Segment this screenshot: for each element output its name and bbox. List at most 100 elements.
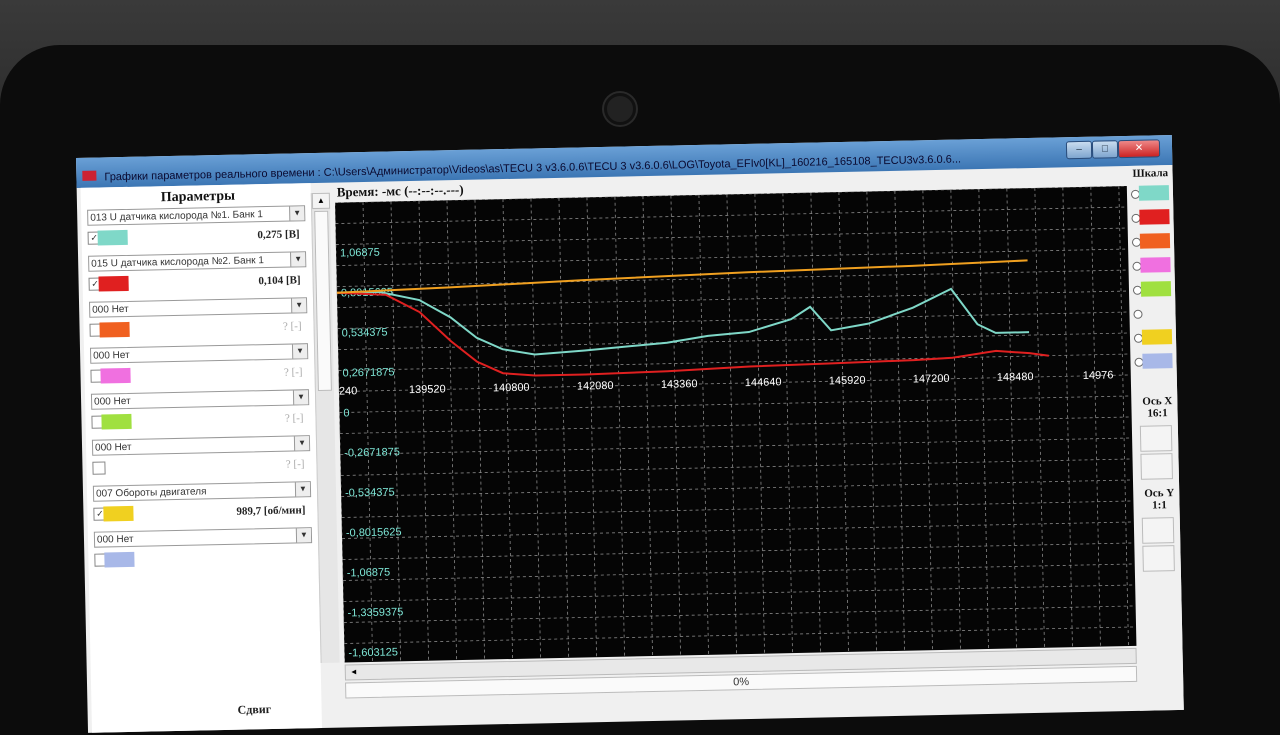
param-select-label: 013 U датчика кислорода №1. Банк 1 — [90, 209, 264, 224]
y-tick-label: -1,3359375 — [347, 606, 403, 619]
param-color-swatch[interactable] — [104, 551, 135, 568]
param-color-swatch[interactable] — [97, 229, 128, 246]
scale-swatch-4[interactable] — [1140, 257, 1171, 273]
scale-swatch-2[interactable] — [1139, 209, 1170, 225]
grid-line-h — [342, 521, 1134, 539]
y-tick-label: -0,2671875 — [344, 446, 400, 459]
grid-line-v — [810, 192, 821, 653]
param-color-swatch[interactable] — [103, 505, 134, 522]
y-tick-label: 0,2671875 — [342, 366, 394, 379]
grid-line-v — [1118, 186, 1129, 647]
param-color-swatch[interactable] — [98, 275, 129, 292]
grid-line-h — [339, 395, 1132, 413]
param-select-4[interactable]: 000 Нет ▼ — [89, 343, 309, 364]
grid-line-v — [362, 201, 374, 662]
chevron-down-icon[interactable]: ▼ — [295, 528, 312, 543]
grid-line-v — [670, 195, 681, 656]
param-select-label: 000 Нет — [96, 533, 134, 546]
grid-line-v — [558, 197, 569, 658]
axis-x-decrease-button[interactable] — [1140, 453, 1173, 480]
chevron-down-icon[interactable]: ▼ — [290, 298, 307, 313]
param-color-swatch[interactable] — [99, 321, 130, 338]
grid-line-h — [342, 563, 1135, 581]
param-select-label: 000 Нет — [93, 349, 130, 362]
scroll-thumb[interactable] — [314, 210, 332, 391]
y-tick-label: 0 — [343, 407, 349, 419]
axis-y-decrease-button[interactable] — [1142, 545, 1175, 572]
grid-line-v — [866, 191, 877, 652]
param-color-swatch[interactable] — [100, 367, 131, 384]
grid-line-v — [586, 197, 597, 658]
chevron-down-icon[interactable]: ▼ — [292, 390, 309, 405]
axis-y-increase-button[interactable] — [1141, 517, 1175, 544]
grid-line-v — [1062, 187, 1073, 648]
series-line-3 — [336, 259, 1028, 294]
scale-list — [1128, 165, 1173, 369]
realtime-chart[interactable]: 1,06875 0,8015625 0,534375 0,2671875 0 -0,267… — [334, 185, 1137, 663]
param-value: ? [-] — [283, 366, 303, 379]
grid-line-v — [922, 190, 933, 651]
maximize-button[interactable]: □ — [1091, 140, 1119, 159]
param-row-7: ✓ 989,7 [об/мин] — [93, 501, 311, 524]
chevron-down-icon[interactable]: ▼ — [294, 482, 311, 497]
param-select-2[interactable]: 015 U датчика кислорода №2. Банк 1 ▼ — [88, 251, 307, 272]
axis-x-label: Ось X 16:1 — [1137, 395, 1177, 420]
grid-line-v — [1090, 186, 1101, 647]
scroll-left-icon[interactable]: ◄ — [346, 665, 362, 679]
y-tick-label: 0,534375 — [342, 327, 388, 340]
chevron-down-icon[interactable]: ▼ — [293, 436, 310, 451]
scale-swatch-7[interactable] — [1141, 329, 1173, 345]
param-value: 989,7 [об/мин] — [236, 504, 306, 518]
grid-line-h — [337, 290, 1130, 308]
grid-line-v — [390, 201, 402, 662]
grid-line-v — [418, 200, 430, 661]
param-select-label: 015 U датчика кислорода №2. Банк 1 — [91, 255, 265, 270]
param-select-3[interactable]: 000 Нет ▼ — [89, 297, 308, 318]
param-select-8[interactable]: 000 Нет ▼ — [93, 527, 313, 548]
param-select-6[interactable]: 000 Нет ▼ — [91, 435, 311, 456]
grid-line-v — [502, 199, 513, 659]
close-button[interactable]: ✕ — [1117, 139, 1161, 159]
y-tick-label: -1,603125 — [348, 646, 398, 659]
axis-x-increase-button[interactable] — [1139, 425, 1173, 452]
y-tick-label: -0,8015625 — [346, 526, 402, 539]
chevron-down-icon[interactable]: ▼ — [289, 206, 305, 221]
window-title: Графики параметров реального времени : C… — [104, 153, 962, 184]
scale-radio-6[interactable] — [1133, 309, 1143, 319]
minimize-button[interactable]: – — [1065, 140, 1093, 160]
param-color-swatch[interactable] — [101, 413, 132, 430]
x-tick-label: 145920 — [829, 375, 866, 388]
grid-line-v — [894, 190, 905, 651]
param-row-6: ? [-] — [92, 455, 310, 478]
scale-swatch-5[interactable] — [1140, 281, 1172, 297]
grid-line-v — [978, 189, 989, 650]
x-tick-label: 240 — [339, 385, 358, 397]
scale-swatch-1[interactable] — [1138, 185, 1170, 201]
param-select-5[interactable]: 000 Нет ▼ — [90, 389, 310, 410]
grid-line-v — [754, 193, 765, 654]
y-tick-label: -0,534375 — [345, 486, 395, 499]
param-checkbox[interactable] — [92, 461, 106, 475]
scale-swatch-3[interactable] — [1139, 233, 1171, 249]
param-select-label: 007 Обороты двигателя — [95, 486, 207, 500]
chevron-down-icon[interactable]: ▼ — [290, 252, 306, 267]
x-tick-label: 148480 — [997, 371, 1034, 384]
grid-line-h — [339, 416, 1132, 434]
grid-line-v — [698, 194, 709, 655]
param-select-1[interactable]: 013 U датчика кислорода №1. Банк 1 ▼ — [87, 205, 306, 226]
grid-line-h — [337, 311, 1130, 329]
axis-x-value: 16:1 — [1147, 407, 1168, 420]
chevron-down-icon[interactable]: ▼ — [291, 344, 308, 359]
param-select-label: 000 Нет — [92, 303, 129, 316]
parameters-panel: Параметры 013 U датчика кислорода №1. Ба… — [80, 183, 322, 733]
param-row-4: ? [-] — [90, 363, 308, 386]
time-label: Время: -мс (--:--:--.---) — [336, 181, 464, 200]
scroll-up-icon[interactable]: ▲ — [311, 192, 331, 210]
param-select-label: 000 Нет — [94, 441, 132, 454]
param-value: 0,275 [В] — [257, 228, 300, 242]
param-select-7[interactable]: 007 Обороты двигателя ▼ — [92, 481, 312, 502]
x-tick-label: 144640 — [745, 376, 782, 389]
param-value: ? [-] — [284, 412, 304, 425]
scale-swatch-8[interactable] — [1142, 353, 1173, 369]
grid-line-v — [838, 192, 849, 652]
